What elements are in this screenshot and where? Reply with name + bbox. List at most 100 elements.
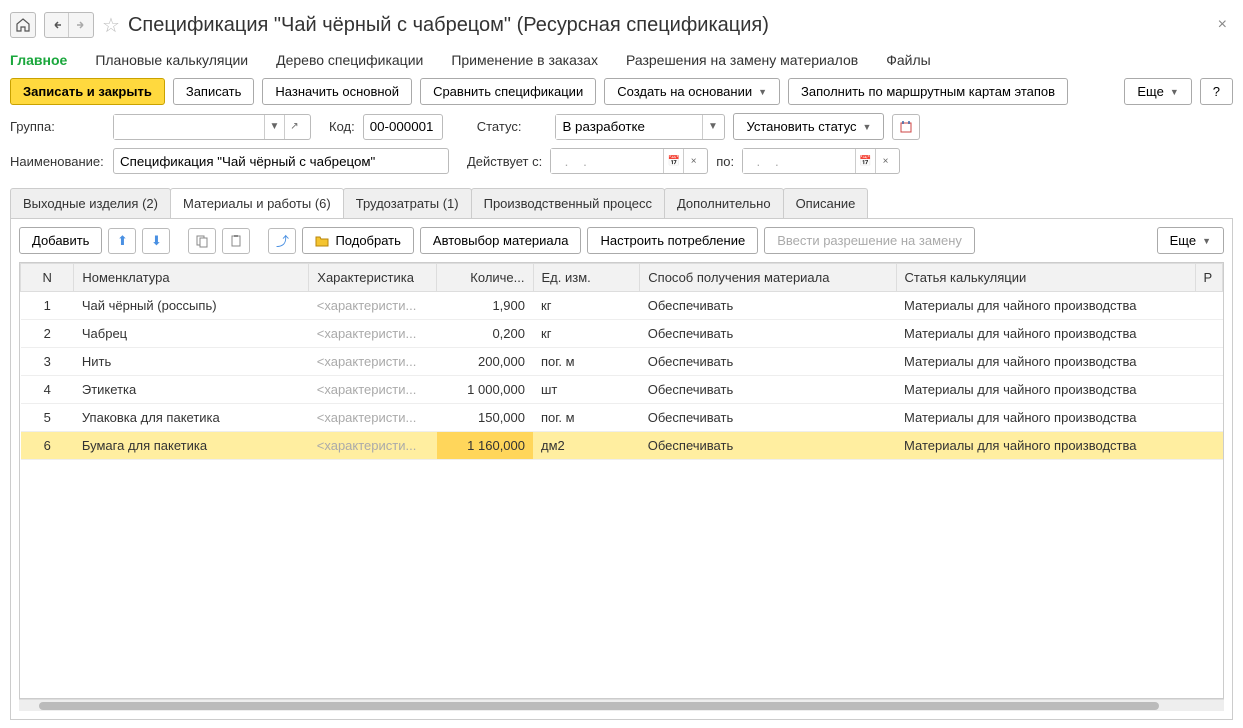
copy-button[interactable]	[188, 228, 216, 254]
calendar-icon[interactable]: 📅	[855, 149, 875, 173]
cell-supply: Обеспечивать	[640, 320, 896, 348]
save-button[interactable]: Записать	[173, 78, 255, 105]
cell-p	[1195, 376, 1222, 404]
col-n[interactable]: N	[21, 264, 74, 292]
cell-article: Материалы для чайного производства	[896, 348, 1195, 376]
select-button[interactable]: Подобрать	[302, 227, 413, 254]
table-row[interactable]: 1Чай чёрный (россыпь)<характеристи...1,9…	[21, 292, 1223, 320]
cell-n: 1	[21, 292, 74, 320]
share-button[interactable]: ⤴	[268, 228, 296, 254]
content-tabs: Выходные изделия (2) Материалы и работы …	[10, 188, 1233, 218]
tab-additional[interactable]: Дополнительно	[664, 188, 784, 218]
table-row[interactable]: 3Нить<характеристи...200,000пог. мОбеспе…	[21, 348, 1223, 376]
tab-materials[interactable]: Материалы и работы (6)	[170, 188, 344, 218]
materials-table: N Номенклатура Характеристика Количе... …	[20, 263, 1223, 460]
table-row[interactable]: 2Чабрец<характеристи...0,200кгОбеспечива…	[21, 320, 1223, 348]
configure-button[interactable]: Настроить потребление	[587, 227, 758, 254]
menu-files[interactable]: Файлы	[886, 52, 930, 68]
name-input[interactable]	[113, 148, 449, 174]
col-supply[interactable]: Способ получения материала	[640, 264, 896, 292]
ing[interactable]: Еще▼	[1157, 227, 1224, 254]
clear-icon[interactable]: ×	[683, 149, 703, 173]
calendar-icon[interactable]: 📅	[663, 149, 683, 173]
cell-unit: шт	[533, 376, 640, 404]
home-button[interactable]	[10, 12, 36, 38]
set-main-button[interactable]: Назначить основной	[262, 78, 412, 105]
col-char[interactable]: Характеристика	[309, 264, 437, 292]
table-row[interactable]: 5Упаковка для пакетика<характеристи...15…	[21, 404, 1223, 432]
cell-qty: 150,000	[437, 404, 533, 432]
menu-plan[interactable]: Плановые калькуляции	[95, 52, 248, 68]
back-button[interactable]	[45, 13, 69, 37]
close-button[interactable]: ×	[1212, 14, 1233, 36]
menu-main[interactable]: Главное	[10, 52, 67, 68]
set-status-button[interactable]: Установить статус▼	[733, 113, 884, 140]
date-to-input[interactable]	[743, 149, 855, 173]
dropdown-icon[interactable]: ▼	[702, 115, 722, 139]
dropdown-icon[interactable]: ▼	[264, 115, 284, 139]
main-toolbar: Записать и закрыть Записать Назначить ос…	[10, 74, 1233, 109]
cell-char: <характеристи...	[309, 348, 437, 376]
paste-button[interactable]	[222, 228, 250, 254]
fill-route-button[interactable]: Заполнить по маршрутным картам этапов	[788, 78, 1068, 105]
titlebar: ☆ Спецификация "Чай чёрный с чабрецом" (…	[10, 8, 1233, 42]
to-label: по:	[716, 154, 734, 169]
status-combo[interactable]: ▼	[555, 114, 725, 140]
valid-from-label: Действует с:	[467, 154, 542, 169]
horizontal-scrollbar[interactable]	[19, 699, 1224, 711]
code-input[interactable]	[363, 114, 443, 140]
compare-button[interactable]: Сравнить спецификации	[420, 78, 596, 105]
tab-description[interactable]: Описание	[783, 188, 869, 218]
col-article[interactable]: Статья калькуляции	[896, 264, 1195, 292]
form-row-1: Группа: ▼ ↗ Код: Статус: ▼ Установить ст…	[10, 109, 1233, 144]
open-icon[interactable]: ↗	[284, 115, 304, 139]
cell-n: 2	[21, 320, 74, 348]
auto-button[interactable]: Автовыбор материала	[420, 227, 582, 254]
create-based-button[interactable]: Создать на основании▼	[604, 78, 780, 105]
col-p[interactable]: Р	[1195, 264, 1222, 292]
group-input[interactable]	[114, 115, 264, 139]
cell-supply: Обеспечивать	[640, 432, 896, 460]
add-button[interactable]: Добавить	[19, 227, 102, 254]
cell-article: Материалы для чайного производства	[896, 432, 1195, 460]
menu-tree[interactable]: Дерево спецификации	[276, 52, 423, 68]
more-button[interactable]: Еще▼	[1124, 78, 1191, 105]
group-label: Группа:	[10, 119, 105, 134]
cell-unit: пог. м	[533, 404, 640, 432]
code-label: Код:	[329, 119, 355, 134]
cell-unit: пог. м	[533, 348, 640, 376]
form-row-2: Наименование: Действует с: 📅 × по: 📅 ×	[10, 144, 1233, 178]
menu-orders[interactable]: Применение в заказах	[451, 52, 598, 68]
tab-output[interactable]: Выходные изделия (2)	[10, 188, 171, 218]
cell-supply: Обеспечивать	[640, 292, 896, 320]
status-extra-button[interactable]	[892, 114, 920, 140]
save-close-button[interactable]: Записать и закрыть	[10, 78, 165, 105]
status-input[interactable]	[556, 115, 702, 139]
help-button[interactable]: ?	[1200, 78, 1233, 105]
date-from-input[interactable]	[551, 149, 663, 173]
col-item[interactable]: Номенклатура	[74, 264, 309, 292]
favorite-star-icon[interactable]: ☆	[102, 13, 120, 38]
cell-item: Этикетка	[74, 376, 309, 404]
cell-n: 6	[21, 432, 74, 460]
table-row[interactable]: 4Этикетка<характеристи...1 000,000штОбес…	[21, 376, 1223, 404]
tab-toolbar: Добавить ⬆ ⬇ ⤴ Подобрать Автовыбор матер…	[19, 227, 1224, 262]
cell-char: <характеристи...	[309, 320, 437, 348]
tab-process[interactable]: Производственный процесс	[471, 188, 665, 218]
date-to-combo[interactable]: 📅 ×	[742, 148, 900, 174]
tab-labor[interactable]: Трудозатраты (1)	[343, 188, 472, 218]
menu-permissions[interactable]: Разрешения на замену материалов	[626, 52, 858, 68]
move-down-button[interactable]: ⬇	[142, 228, 170, 254]
permission-button[interactable]: Ввести разрешение на замену	[764, 227, 975, 254]
col-unit[interactable]: Ед. изм.	[533, 264, 640, 292]
cell-char: <характеристи...	[309, 432, 437, 460]
move-up-button[interactable]: ⬆	[108, 228, 136, 254]
forward-button[interactable]	[69, 13, 93, 37]
cell-p	[1195, 292, 1222, 320]
clear-icon[interactable]: ×	[875, 149, 895, 173]
table-row[interactable]: 6Бумага для пакетика<характеристи...1 16…	[21, 432, 1223, 460]
group-combo[interactable]: ▼ ↗	[113, 114, 311, 140]
scrollbar-thumb[interactable]	[39, 702, 1159, 710]
date-from-combo[interactable]: 📅 ×	[550, 148, 708, 174]
col-qty[interactable]: Количе...	[437, 264, 533, 292]
